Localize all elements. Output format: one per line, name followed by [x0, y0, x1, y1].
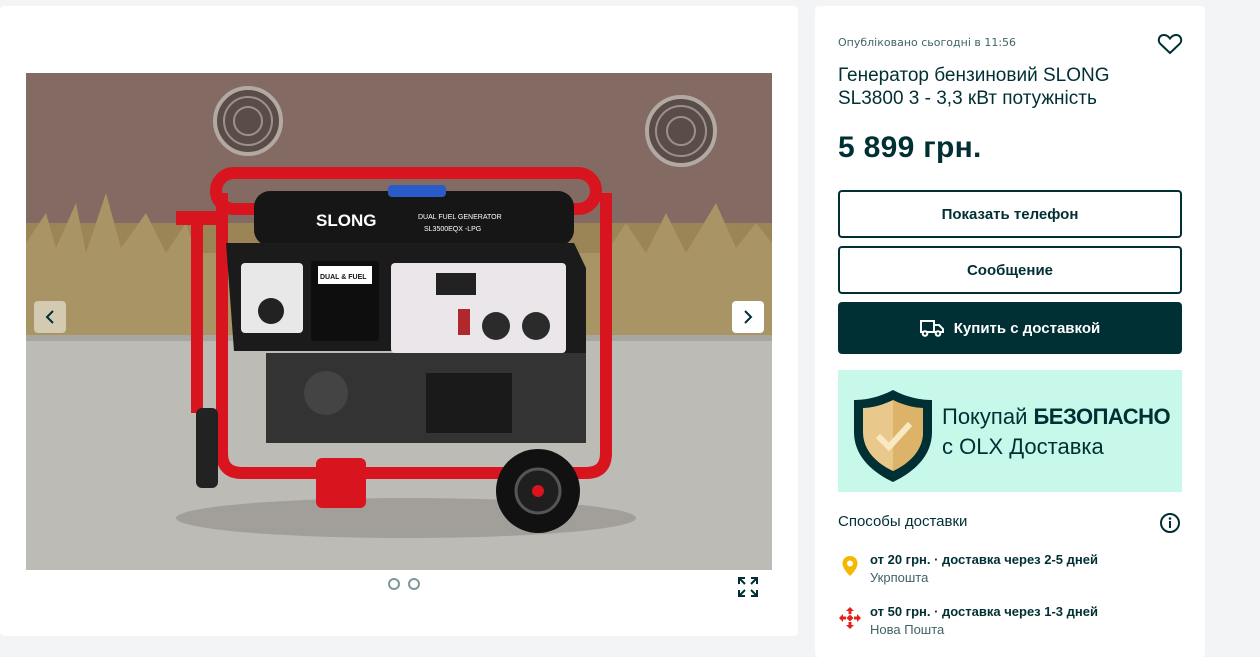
- shield-check-icon: [854, 390, 932, 482]
- image-gallery: SLONG DUAL FUEL GENERATOR SL3500EQX -LPG…: [0, 6, 798, 636]
- buy-with-delivery-button[interactable]: Купить с доставкой: [838, 302, 1182, 354]
- offer-sidebar: Опубліковано сьогодні в 11:56 Генератор …: [815, 6, 1205, 657]
- delivery-price-text: от 20 грн. · доставка через 2-5 дней: [870, 552, 1098, 567]
- promo-line2: с OLX Доставка: [942, 434, 1104, 459]
- photo-brand: SLONG: [316, 211, 376, 230]
- promo-prefix: Покупай: [942, 404, 1034, 429]
- pagination-dot[interactable]: [408, 578, 420, 590]
- ukrposhta-icon: [842, 556, 858, 576]
- safe-delivery-text: Покупай БЕЗОПАСНО с OLX Доставка: [942, 402, 1171, 462]
- chevron-left-icon: [45, 310, 54, 324]
- published-date: Опубліковано сьогодні в 11:56: [838, 36, 1017, 49]
- fullscreen-button[interactable]: [733, 572, 763, 602]
- favorite-button[interactable]: [1157, 32, 1183, 56]
- previous-photo-button[interactable]: [34, 301, 66, 333]
- expand-icon: [738, 577, 758, 597]
- info-button[interactable]: [1159, 512, 1181, 534]
- delivery-price-text: от 50 грн. · доставка через 1-3 дней: [870, 604, 1098, 619]
- info-icon: [1160, 513, 1180, 533]
- show-phone-button[interactable]: Показать телефон: [838, 190, 1182, 238]
- offer-title: Генератор бензиновий SLONG SL3800 3 - 3,…: [838, 65, 1110, 109]
- generator-photo: SLONG DUAL FUEL GENERATOR SL3500EQX -LPG…: [26, 73, 772, 570]
- photo-model-top: DUAL FUEL GENERATOR: [418, 214, 502, 221]
- delivery-carrier: Укрпошта: [870, 570, 929, 585]
- buy-with-delivery-label: Купить с доставкой: [953, 319, 1101, 337]
- safe-delivery-banner[interactable]: Покупай БЕЗОПАСНО с OLX Доставка: [838, 370, 1182, 492]
- photo-model: SL3500EQX -LPG: [424, 226, 481, 233]
- chevron-right-icon: [744, 310, 753, 324]
- message-button[interactable]: Сообщение: [838, 246, 1182, 294]
- delivery-carrier: Нова Пошта: [870, 622, 945, 637]
- next-photo-button[interactable]: [732, 301, 764, 333]
- promo-bold: БЕЗОПАСНО: [1033, 404, 1171, 429]
- offer-price: 5 899 грн.: [838, 131, 982, 164]
- heart-icon: [1157, 33, 1183, 55]
- truck-icon: [919, 320, 944, 337]
- product-photo[interactable]: SLONG DUAL FUEL GENERATOR SL3500EQX -LPG…: [26, 73, 772, 570]
- nova-poshta-icon: [839, 607, 861, 629]
- delivery-methods-title: Способы доставки: [838, 513, 968, 530]
- photo-dual-fuel: DUAL & FUEL: [320, 274, 367, 281]
- pagination-dot[interactable]: [388, 578, 400, 590]
- photo-pagination: [388, 578, 420, 590]
